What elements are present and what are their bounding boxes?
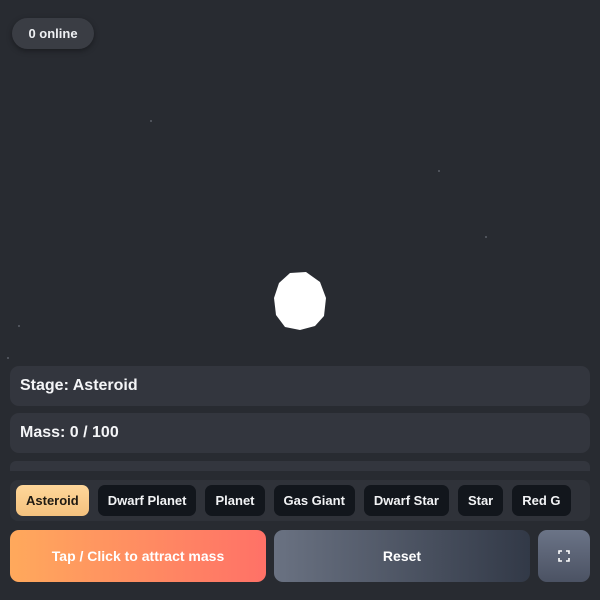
stage-panel: Stage: Asteroid — [10, 366, 590, 406]
attract-mass-button[interactable]: Tap / Click to attract mass — [10, 530, 266, 582]
stage-selector[interactable]: Asteroid Dwarf Planet Planet Gas Giant Dwarf… — [10, 480, 590, 521]
reset-button[interactable]: Reset — [274, 530, 530, 582]
background-star — [438, 170, 440, 172]
reset-label: Reset — [382, 548, 422, 564]
online-count-badge: 0 online — [12, 18, 94, 49]
stage-chip-gas-giant[interactable]: Gas Giant — [273, 485, 355, 516]
stage-chip-asteroid[interactable]: Asteroid — [16, 485, 89, 516]
mass-progress-bar — [10, 461, 590, 471]
mass-panel: Mass: 0 / 100 — [10, 413, 590, 453]
asteroid-body[interactable] — [272, 270, 328, 332]
stage-label: Stage: Asteroid — [20, 377, 138, 394]
space-canvas[interactable] — [0, 0, 600, 362]
stage-chip-red-g[interactable]: Red G — [512, 485, 571, 516]
background-star — [150, 120, 152, 122]
fullscreen-button[interactable] — [538, 530, 590, 582]
stage-chip-dwarf-planet[interactable]: Dwarf Planet — [97, 485, 197, 516]
mass-label: Mass: 0 / 100 — [20, 424, 119, 441]
fullscreen-icon — [558, 550, 570, 562]
stage-chip-dwarf-star[interactable]: Dwarf Star — [363, 485, 449, 516]
background-star — [485, 236, 487, 238]
background-star — [7, 357, 9, 359]
background-star — [18, 325, 20, 327]
stage-chip-star[interactable]: Star — [457, 485, 504, 516]
online-count-label: 0 online — [28, 26, 78, 41]
stage-list: Asteroid Dwarf Planet Planet Gas Giant Dwarf… — [16, 485, 571, 516]
attract-mass-label: Tap / Click to attract mass — [51, 548, 225, 564]
stage-chip-planet[interactable]: Planet — [205, 485, 265, 516]
